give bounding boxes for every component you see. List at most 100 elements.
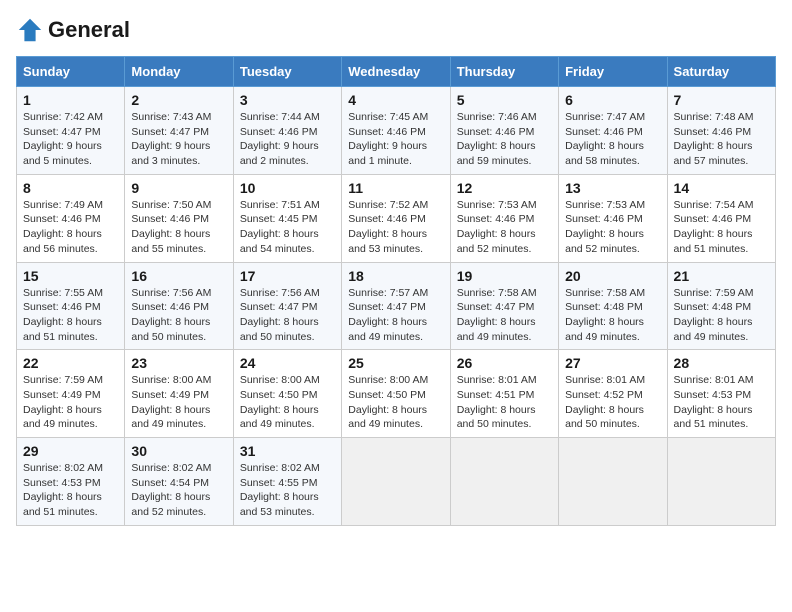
day-number: 15 (23, 268, 118, 284)
day-number: 26 (457, 355, 552, 371)
header-sunday: Sunday (17, 57, 125, 87)
logo-icon (16, 16, 44, 44)
calendar-cell: 7 Sunrise: 7:48 AM Sunset: 4:46 PM Dayli… (667, 87, 775, 175)
day-info: Sunrise: 7:54 AM Sunset: 4:46 PM Dayligh… (674, 198, 769, 257)
day-number: 31 (240, 443, 335, 459)
header-saturday: Saturday (667, 57, 775, 87)
page-header: General (16, 16, 776, 44)
day-info: Sunrise: 7:44 AM Sunset: 4:46 PM Dayligh… (240, 110, 335, 169)
day-info: Sunrise: 7:50 AM Sunset: 4:46 PM Dayligh… (131, 198, 226, 257)
day-info: Sunrise: 7:58 AM Sunset: 4:48 PM Dayligh… (565, 286, 660, 345)
day-info: Sunrise: 7:47 AM Sunset: 4:46 PM Dayligh… (565, 110, 660, 169)
header-thursday: Thursday (450, 57, 558, 87)
calendar-week-1: 1 Sunrise: 7:42 AM Sunset: 4:47 PM Dayli… (17, 87, 776, 175)
day-info: Sunrise: 7:58 AM Sunset: 4:47 PM Dayligh… (457, 286, 552, 345)
day-info: Sunrise: 7:57 AM Sunset: 4:47 PM Dayligh… (348, 286, 443, 345)
calendar-cell (667, 438, 775, 526)
calendar-cell: 3 Sunrise: 7:44 AM Sunset: 4:46 PM Dayli… (233, 87, 341, 175)
day-number: 27 (565, 355, 660, 371)
day-info: Sunrise: 7:59 AM Sunset: 4:49 PM Dayligh… (23, 373, 118, 432)
day-number: 6 (565, 92, 660, 108)
day-number: 4 (348, 92, 443, 108)
calendar-cell: 11 Sunrise: 7:52 AM Sunset: 4:46 PM Dayl… (342, 174, 450, 262)
day-number: 1 (23, 92, 118, 108)
calendar-cell: 30 Sunrise: 8:02 AM Sunset: 4:54 PM Dayl… (125, 438, 233, 526)
day-info: Sunrise: 7:48 AM Sunset: 4:46 PM Dayligh… (674, 110, 769, 169)
day-number: 5 (457, 92, 552, 108)
day-number: 2 (131, 92, 226, 108)
calendar-week-5: 29 Sunrise: 8:02 AM Sunset: 4:53 PM Dayl… (17, 438, 776, 526)
day-number: 16 (131, 268, 226, 284)
calendar-cell (342, 438, 450, 526)
calendar-cell: 15 Sunrise: 7:55 AM Sunset: 4:46 PM Dayl… (17, 262, 125, 350)
calendar-cell: 17 Sunrise: 7:56 AM Sunset: 4:47 PM Dayl… (233, 262, 341, 350)
day-info: Sunrise: 7:49 AM Sunset: 4:46 PM Dayligh… (23, 198, 118, 257)
day-number: 24 (240, 355, 335, 371)
calendar-cell: 9 Sunrise: 7:50 AM Sunset: 4:46 PM Dayli… (125, 174, 233, 262)
calendar-cell: 18 Sunrise: 7:57 AM Sunset: 4:47 PM Dayl… (342, 262, 450, 350)
day-number: 28 (674, 355, 769, 371)
calendar-cell: 25 Sunrise: 8:00 AM Sunset: 4:50 PM Dayl… (342, 350, 450, 438)
logo: General (16, 16, 130, 44)
day-number: 22 (23, 355, 118, 371)
calendar-cell: 21 Sunrise: 7:59 AM Sunset: 4:48 PM Dayl… (667, 262, 775, 350)
day-number: 23 (131, 355, 226, 371)
calendar-cell: 2 Sunrise: 7:43 AM Sunset: 4:47 PM Dayli… (125, 87, 233, 175)
calendar-cell: 28 Sunrise: 8:01 AM Sunset: 4:53 PM Dayl… (667, 350, 775, 438)
calendar-cell (450, 438, 558, 526)
day-info: Sunrise: 8:01 AM Sunset: 4:51 PM Dayligh… (457, 373, 552, 432)
calendar-cell: 31 Sunrise: 8:02 AM Sunset: 4:55 PM Dayl… (233, 438, 341, 526)
day-number: 13 (565, 180, 660, 196)
calendar-cell: 23 Sunrise: 8:00 AM Sunset: 4:49 PM Dayl… (125, 350, 233, 438)
calendar-header-row: SundayMondayTuesdayWednesdayThursdayFrid… (17, 57, 776, 87)
calendar-cell: 14 Sunrise: 7:54 AM Sunset: 4:46 PM Dayl… (667, 174, 775, 262)
calendar-week-2: 8 Sunrise: 7:49 AM Sunset: 4:46 PM Dayli… (17, 174, 776, 262)
day-number: 9 (131, 180, 226, 196)
day-info: Sunrise: 8:01 AM Sunset: 4:52 PM Dayligh… (565, 373, 660, 432)
day-number: 20 (565, 268, 660, 284)
logo-text: General (48, 19, 130, 41)
header-wednesday: Wednesday (342, 57, 450, 87)
calendar-cell: 10 Sunrise: 7:51 AM Sunset: 4:45 PM Dayl… (233, 174, 341, 262)
day-info: Sunrise: 7:42 AM Sunset: 4:47 PM Dayligh… (23, 110, 118, 169)
calendar-week-4: 22 Sunrise: 7:59 AM Sunset: 4:49 PM Dayl… (17, 350, 776, 438)
day-info: Sunrise: 7:53 AM Sunset: 4:46 PM Dayligh… (457, 198, 552, 257)
header-tuesday: Tuesday (233, 57, 341, 87)
day-info: Sunrise: 8:02 AM Sunset: 4:55 PM Dayligh… (240, 461, 335, 520)
day-number: 8 (23, 180, 118, 196)
calendar-cell: 29 Sunrise: 8:02 AM Sunset: 4:53 PM Dayl… (17, 438, 125, 526)
day-info: Sunrise: 7:56 AM Sunset: 4:46 PM Dayligh… (131, 286, 226, 345)
day-number: 3 (240, 92, 335, 108)
calendar-cell: 16 Sunrise: 7:56 AM Sunset: 4:46 PM Dayl… (125, 262, 233, 350)
calendar-cell: 24 Sunrise: 8:00 AM Sunset: 4:50 PM Dayl… (233, 350, 341, 438)
day-info: Sunrise: 7:55 AM Sunset: 4:46 PM Dayligh… (23, 286, 118, 345)
day-info: Sunrise: 7:43 AM Sunset: 4:47 PM Dayligh… (131, 110, 226, 169)
calendar-cell: 6 Sunrise: 7:47 AM Sunset: 4:46 PM Dayli… (559, 87, 667, 175)
calendar-cell: 20 Sunrise: 7:58 AM Sunset: 4:48 PM Dayl… (559, 262, 667, 350)
day-number: 11 (348, 180, 443, 196)
day-number: 25 (348, 355, 443, 371)
day-info: Sunrise: 8:02 AM Sunset: 4:53 PM Dayligh… (23, 461, 118, 520)
day-number: 7 (674, 92, 769, 108)
day-number: 12 (457, 180, 552, 196)
calendar-cell: 5 Sunrise: 7:46 AM Sunset: 4:46 PM Dayli… (450, 87, 558, 175)
calendar-table: SundayMondayTuesdayWednesdayThursdayFrid… (16, 56, 776, 526)
header-monday: Monday (125, 57, 233, 87)
day-number: 17 (240, 268, 335, 284)
calendar-cell: 8 Sunrise: 7:49 AM Sunset: 4:46 PM Dayli… (17, 174, 125, 262)
calendar-cell: 12 Sunrise: 7:53 AM Sunset: 4:46 PM Dayl… (450, 174, 558, 262)
day-info: Sunrise: 7:45 AM Sunset: 4:46 PM Dayligh… (348, 110, 443, 169)
calendar-cell: 22 Sunrise: 7:59 AM Sunset: 4:49 PM Dayl… (17, 350, 125, 438)
day-info: Sunrise: 7:56 AM Sunset: 4:47 PM Dayligh… (240, 286, 335, 345)
calendar-cell: 1 Sunrise: 7:42 AM Sunset: 4:47 PM Dayli… (17, 87, 125, 175)
day-info: Sunrise: 8:01 AM Sunset: 4:53 PM Dayligh… (674, 373, 769, 432)
day-number: 19 (457, 268, 552, 284)
calendar-cell: 27 Sunrise: 8:01 AM Sunset: 4:52 PM Dayl… (559, 350, 667, 438)
day-number: 10 (240, 180, 335, 196)
day-info: Sunrise: 7:53 AM Sunset: 4:46 PM Dayligh… (565, 198, 660, 257)
day-info: Sunrise: 7:52 AM Sunset: 4:46 PM Dayligh… (348, 198, 443, 257)
day-info: Sunrise: 8:00 AM Sunset: 4:49 PM Dayligh… (131, 373, 226, 432)
day-info: Sunrise: 7:59 AM Sunset: 4:48 PM Dayligh… (674, 286, 769, 345)
day-number: 30 (131, 443, 226, 459)
calendar-cell: 13 Sunrise: 7:53 AM Sunset: 4:46 PM Dayl… (559, 174, 667, 262)
